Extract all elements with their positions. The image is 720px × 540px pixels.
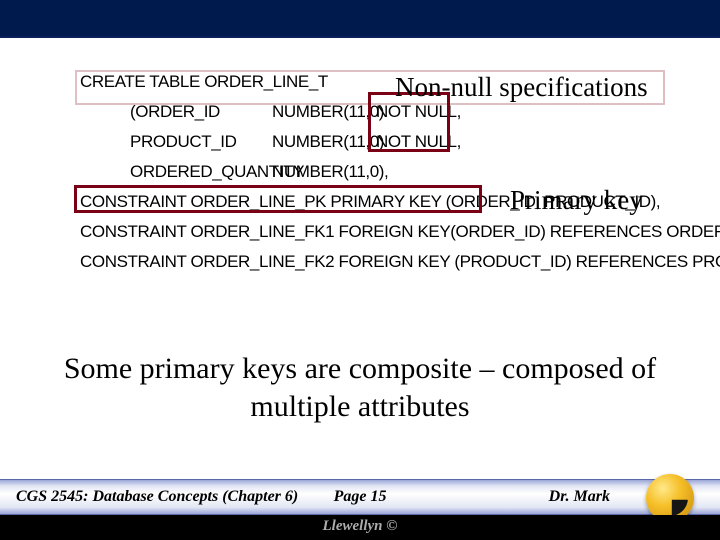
sql-line-2-col: PRODUCT_ID	[130, 132, 237, 152]
slide: CREATE TABLE ORDER_LINE_T (ORDER_ID NUMB…	[0, 0, 720, 540]
annotation-nonnull: Non-null specifications	[395, 72, 648, 103]
body-text: Some primary keys are composite – compos…	[60, 350, 660, 425]
sql-line-1-col: (ORDER_ID	[130, 102, 220, 122]
footer-cutoff: Llewellyn ©	[0, 515, 720, 540]
footer-page: Page 15	[0, 488, 720, 506]
sql-line-6: CONSTRAINT ORDER_LINE_FK2 FOREIGN KEY (P…	[80, 252, 720, 272]
footer: CGS 2545: Database Concepts (Chapter 6) …	[0, 479, 720, 515]
title-bar	[0, 0, 720, 38]
sql-line-5: CONSTRAINT ORDER_LINE_FK1 FOREIGN KEY(OR…	[80, 222, 720, 242]
footer-author: Dr. Mark	[549, 488, 610, 506]
sql-line-3-type: NUMBER(11,0),	[272, 162, 388, 182]
annotation-primary: Primary key	[510, 185, 643, 216]
highlight-primarykey	[74, 185, 482, 213]
